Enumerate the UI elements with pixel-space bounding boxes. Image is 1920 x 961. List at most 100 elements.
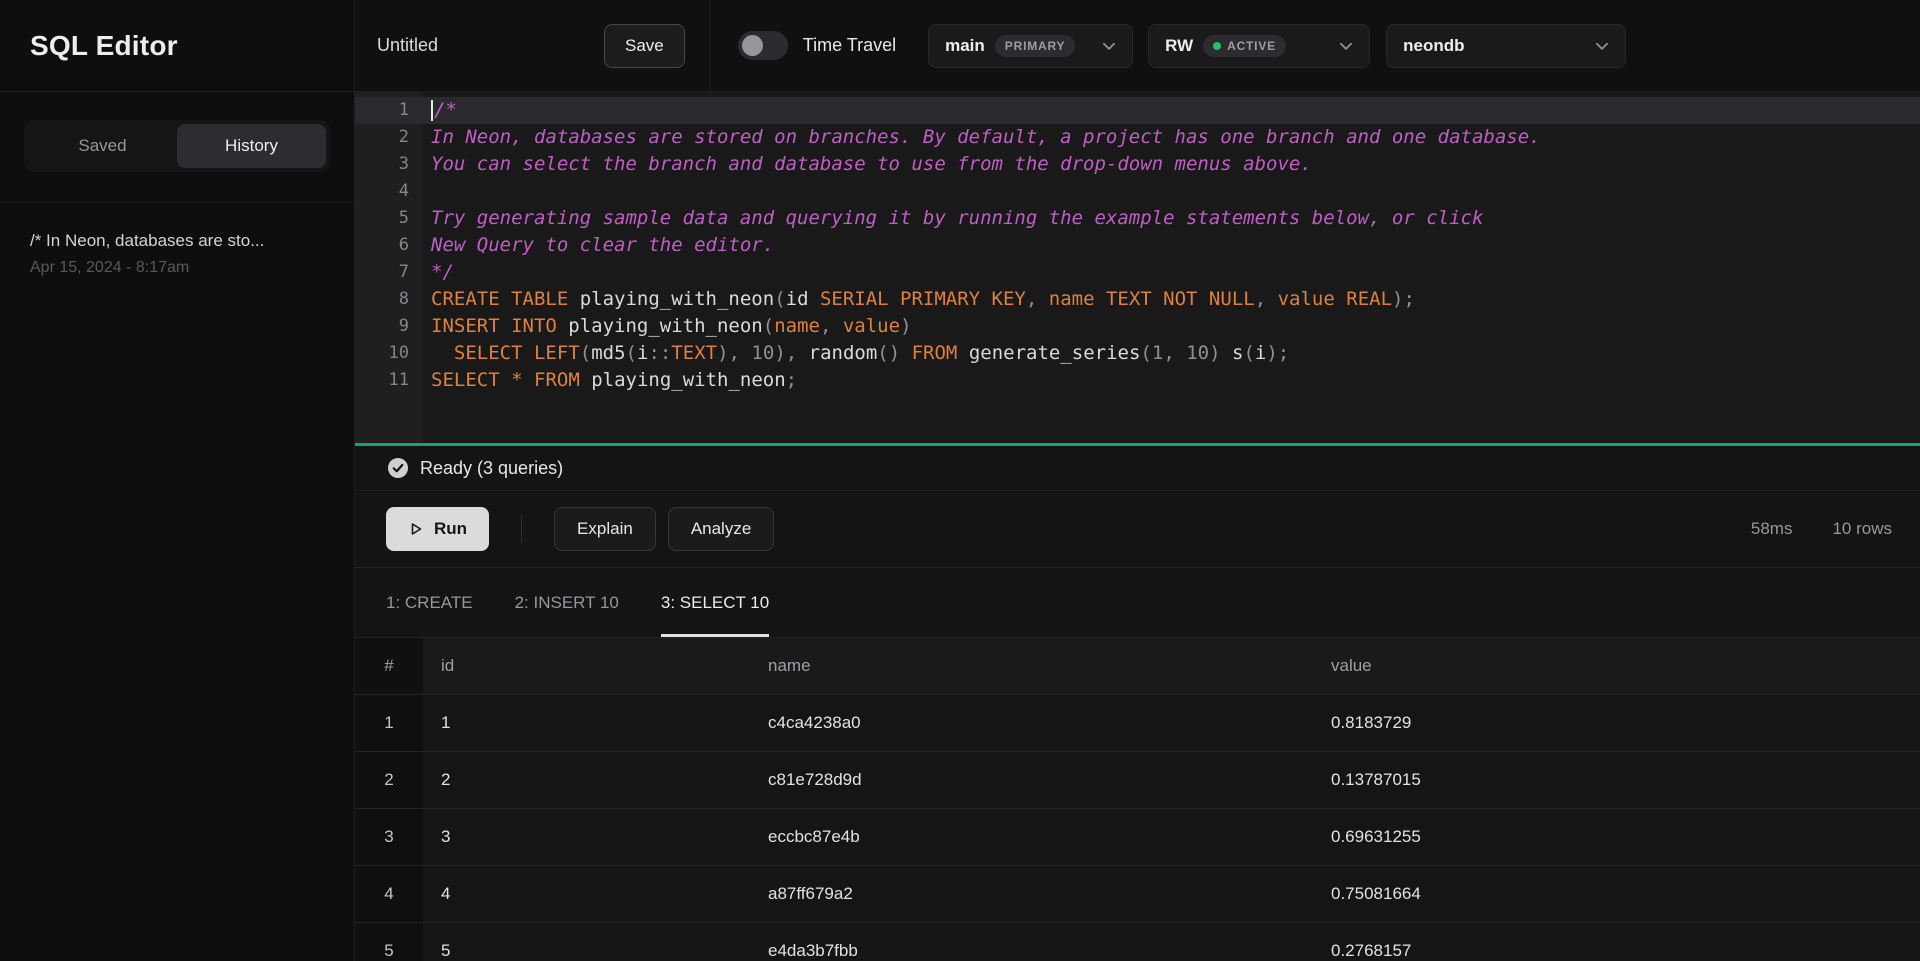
tab-history[interactable]: History [177,124,326,168]
save-button[interactable]: Save [604,24,685,68]
code-text: /* [423,97,457,124]
table-cell: 0.75081664 [1313,866,1920,922]
query-duration: 58ms [1751,519,1793,539]
code-line[interactable]: 3You can select the branch and database … [355,151,1920,178]
analyze-button[interactable]: Analyze [668,507,774,551]
history-item-title: /* In Neon, databases are sto... [30,231,324,251]
code-text [423,178,431,205]
code-line[interactable]: 7*/ [355,259,1920,286]
row-number-cell: 3 [355,809,423,865]
code-text: SELECT * FROM playing_with_neon; [423,367,797,394]
table-cell: 0.2768157 [1313,923,1920,961]
saved-history-segmented-control: Saved History [24,120,330,172]
table-row[interactable]: 55e4da3b7fbb0.2768157 [355,923,1920,961]
code-line[interactable]: 2In Neon, databases are stored on branch… [355,124,1920,151]
branch-name: main [945,36,985,56]
history-list: /* In Neon, databases are sto... Apr 15,… [0,203,354,305]
sidebar-tab-area: Saved History [0,92,354,203]
code-line[interactable]: 9INSERT INTO playing_with_neon(name, val… [355,313,1920,340]
compute-name: RW [1165,36,1193,56]
table-row[interactable]: 11c4ca4238a00.8183729 [355,695,1920,752]
line-number: 10 [355,340,423,367]
code-line[interactable]: 4 [355,178,1920,205]
code-text: You can select the branch and database t… [423,151,1312,178]
ready-check-icon [388,458,408,478]
run-button[interactable]: Run [386,507,489,551]
column-header: # [355,638,423,694]
code-line[interactable]: 10 SELECT LEFT(md5(i::TEXT), 10), random… [355,340,1920,367]
history-item[interactable]: /* In Neon, databases are sto... Apr 15,… [0,203,354,305]
result-tab-3[interactable]: 3: SELECT 10 [661,568,769,637]
line-number: 8 [355,286,423,313]
ready-status-text: Ready (3 queries) [420,458,563,479]
query-name[interactable]: Untitled [377,35,604,56]
code-line[interactable]: 6New Query to clear the editor. [355,232,1920,259]
main-content: Untitled Save Time Travel main PRIMARY R… [355,0,1920,961]
compute-selector[interactable]: RW ACTIVE [1148,24,1370,68]
status-bar: Ready (3 queries) [355,446,1920,491]
table-cell: a87ff679a2 [750,866,1313,922]
query-metrics: 58ms 10 rows [1751,519,1892,539]
text-cursor [431,100,433,121]
table-cell: c4ca4238a0 [750,695,1313,751]
code-text: In Neon, databases are stored on branche… [423,124,1541,151]
code-line[interactable]: 1/* [355,97,1920,124]
table-row[interactable]: 44a87ff679a20.75081664 [355,866,1920,923]
result-tab-2[interactable]: 2: INSERT 10 [515,568,619,637]
code-text: INSERT INTO playing_with_neon(name, valu… [423,313,912,340]
column-header: id [423,638,750,694]
table-row[interactable]: 33eccbc87e4b0.69631255 [355,809,1920,866]
table-cell: 4 [423,866,750,922]
code-line[interactable]: 11SELECT * FROM playing_with_neon; [355,367,1920,394]
sql-editor-app: SQL Editor Saved History /* In Neon, dat… [0,0,1920,961]
table-row[interactable]: 22c81e728d9d0.13787015 [355,752,1920,809]
table-cell: 0.8183729 [1313,695,1920,751]
database-name: neondb [1403,36,1464,56]
primary-badge: PRIMARY [995,35,1076,57]
line-number: 5 [355,205,423,232]
line-number: 4 [355,178,423,205]
explain-button[interactable]: Explain [554,507,656,551]
table-cell: 2 [423,752,750,808]
action-bar: Run Explain Analyze 58ms 10 rows [355,491,1920,568]
column-header: value [1313,638,1920,694]
code-line[interactable]: 8CREATE TABLE playing_with_neon(id SERIA… [355,286,1920,313]
table-cell: 1 [423,695,750,751]
line-number: 11 [355,367,423,394]
table-header-row: #idnamevalue [355,638,1920,695]
column-header: name [750,638,1313,694]
time-travel-toggle[interactable] [738,31,788,60]
sidebar: SQL Editor Saved History /* In Neon, dat… [0,0,355,961]
table-cell: 5 [423,923,750,961]
database-selector[interactable]: neondb [1386,24,1626,68]
table-cell: 0.13787015 [1313,752,1920,808]
toggle-knob [742,35,763,56]
result-tabs: 1: CREATE 2: INSERT 10 3: SELECT 10 [355,568,1920,638]
result-tab-1[interactable]: 1: CREATE [386,568,473,637]
table-cell: 3 [423,809,750,865]
line-number: 2 [355,124,423,151]
editor-toolbar: Untitled Save Time Travel main PRIMARY R… [355,0,1920,92]
code-text: */ [423,259,454,286]
row-number-cell: 1 [355,695,423,751]
action-divider [521,515,522,543]
toolbar-divider [709,0,710,92]
table-cell: e4da3b7fbb [750,923,1313,961]
time-travel-label: Time Travel [803,35,896,56]
code-text: CREATE TABLE playing_with_neon(id SERIAL… [423,286,1415,313]
page-title: SQL Editor [30,30,178,62]
line-number: 7 [355,259,423,286]
table-cell: 0.69631255 [1313,809,1920,865]
line-number: 3 [355,151,423,178]
row-number-cell: 5 [355,923,423,961]
table-cell: c81e728d9d [750,752,1313,808]
code-text: New Query to clear the editor. [423,232,774,259]
row-number-cell: 2 [355,752,423,808]
code-text: Try generating sample data and querying … [423,205,1483,232]
code-line[interactable]: 5Try generating sample data and querying… [355,205,1920,232]
results-table: #idnamevalue11c4ca4238a00.818372922c81e7… [355,638,1920,961]
tab-saved[interactable]: Saved [28,124,177,168]
line-number: 9 [355,313,423,340]
sql-code-editor[interactable]: 1/*2In Neon, databases are stored on bra… [355,92,1920,446]
branch-selector[interactable]: main PRIMARY [928,24,1133,68]
